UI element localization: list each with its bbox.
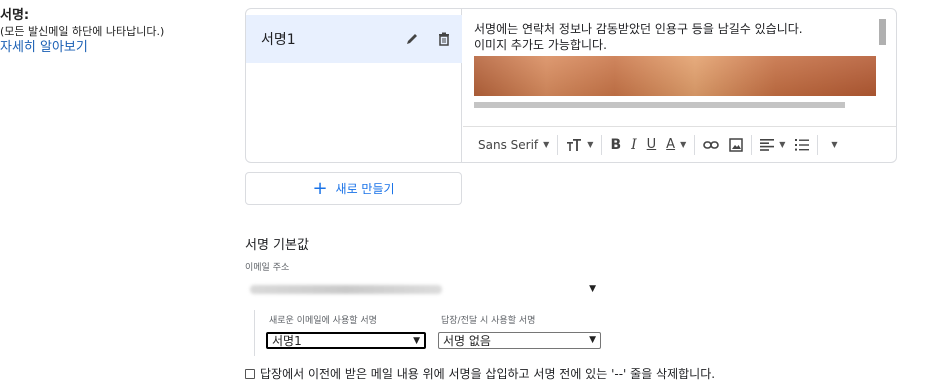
signature-line-2: 이미지 추가도 가능합니다. (474, 38, 607, 52)
toolbar-divider (817, 134, 819, 155)
chevron-down-icon: ▼ (680, 140, 687, 149)
more-icon: ▼ (831, 140, 838, 149)
toolbar-divider (751, 134, 753, 155)
create-new-signature-button[interactable]: + 새로 만들기 (245, 172, 462, 205)
chevron-down-icon: ▼ (413, 336, 420, 346)
underline-button[interactable]: U (642, 133, 662, 157)
pencil-icon[interactable] (398, 25, 426, 53)
defaults-divider (254, 310, 255, 356)
text-size-icon (567, 138, 582, 151)
chevron-down-icon: ▼ (587, 140, 594, 149)
toolbar-divider (601, 134, 603, 155)
more-options-button[interactable]: ▼ (821, 133, 842, 157)
toolbar-divider (694, 134, 696, 155)
plus-icon: + (312, 177, 328, 199)
signature-item[interactable]: 서명1 (246, 15, 462, 63)
signature-image (474, 56, 876, 96)
insert-signature-label: 답장에서 이전에 받은 메일 내용 위에 서명을 삽입하고 서명 전에 있는 '… (260, 367, 716, 381)
align-button[interactable]: ▼ (755, 133, 790, 157)
section-title: 서명: (0, 8, 30, 23)
reply-signature-label: 답장/전달 시 사용할 서명 (441, 316, 536, 326)
numbered-list-button[interactable] (790, 133, 814, 157)
font-select[interactable]: Sans Serif ▼ (473, 133, 554, 157)
section-subtitle: (모든 발신메일 하단에 나타납니다.) (0, 25, 165, 38)
formatting-toolbar: Sans Serif ▼ ▼ B I U A ▼ ▼ ▼ (463, 126, 896, 162)
signature-section-header: 서명: (모든 발신메일 하단에 나타납니다.) 자세히 알아보기 (0, 8, 230, 56)
horizontal-scrollbar[interactable] (474, 102, 845, 108)
vertical-scrollbar[interactable] (879, 19, 886, 45)
learn-more-link[interactable]: 자세히 알아보기 (0, 40, 230, 56)
trash-icon[interactable] (430, 25, 458, 53)
signature-body[interactable]: 서명에는 연락처 정보나 감동받았던 인용구 등을 남길수 있습니다. 이미지 … (463, 9, 896, 119)
chevron-down-icon: ▼ (589, 284, 596, 294)
signature-text: 서명에는 연락처 정보나 감동받았던 인용구 등을 남길수 있습니다. 이미지 … (474, 21, 803, 53)
text-color-button[interactable]: A ▼ (661, 133, 691, 157)
new-mail-signature-value: 서명1 (272, 334, 302, 348)
align-icon (760, 138, 775, 151)
signature-editor: 서명1 서명에는 연락처 정보나 감동받았던 인용구 등을 남길수 있습니다. … (245, 8, 897, 163)
reply-signature-value: 서명 없음 (443, 334, 491, 348)
text-size-button[interactable]: ▼ (561, 133, 598, 157)
signature-name: 서명1 (261, 32, 296, 48)
image-button[interactable] (724, 133, 748, 157)
redacted-email (250, 285, 442, 294)
new-mail-signature-select[interactable]: 서명1 ▼ (266, 332, 426, 349)
reply-signature-select[interactable]: 서명 없음 ▼ (438, 332, 601, 349)
new-mail-signature-label: 새로운 이메일에 사용할 서명 (269, 316, 377, 326)
image-icon (729, 137, 743, 152)
toolbar-divider (557, 134, 559, 155)
signature-defaults-title: 서명 기본값 (245, 238, 309, 253)
insert-signature-option: 답장에서 이전에 받은 메일 내용 위에 서명을 삽입하고 서명 전에 있는 '… (245, 365, 715, 382)
chevron-down-icon: ▼ (543, 140, 550, 149)
email-address-label: 이메일 주소 (245, 263, 290, 273)
email-address-select[interactable]: ▼ (245, 281, 601, 298)
chevron-down-icon: ▼ (779, 140, 786, 149)
link-button[interactable] (698, 133, 724, 157)
font-label: Sans Serif (478, 137, 539, 152)
italic-button[interactable]: I (626, 133, 642, 157)
signature-list: 서명1 (246, 9, 462, 162)
numbered-list-icon (795, 138, 810, 151)
link-icon (703, 140, 720, 149)
create-new-label: 새로 만들기 (335, 182, 395, 196)
bold-button[interactable]: B (605, 133, 626, 157)
text-color-icon: A (666, 137, 676, 152)
chevron-down-icon: ▼ (589, 335, 596, 345)
signature-line-1: 서명에는 연락처 정보나 감동받았던 인용구 등을 남길수 있습니다. (474, 22, 803, 36)
insert-signature-checkbox[interactable] (245, 368, 255, 379)
